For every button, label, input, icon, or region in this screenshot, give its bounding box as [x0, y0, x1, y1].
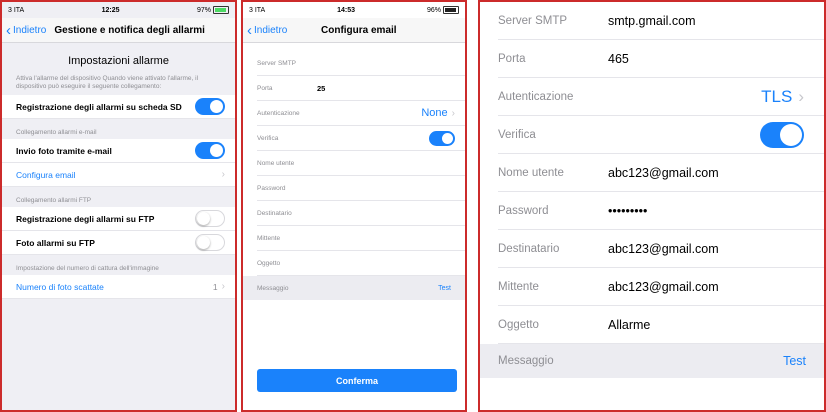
photo-count-value: 1 [212, 281, 218, 292]
chevron-right-icon: › [221, 281, 225, 292]
clock: 12:25 [101, 6, 120, 14]
test-button[interactable]: Test [438, 285, 451, 292]
nav-bar: ‹ Indietro Configura email [243, 18, 465, 43]
username-field[interactable]: Nome utente abc123@gmail.com [498, 154, 824, 192]
capture-section-header: Impostazione del numero di cattura dell'… [16, 265, 159, 272]
sd-recording-row: Registrazione degli allarmi su scheda SD [2, 95, 235, 119]
verify-field: Verifica [498, 116, 824, 154]
battery-icon [442, 6, 459, 14]
alarm-settings-screen: 3 ITA 12:25 97% ‹ Indietro Gestione e not… [0, 0, 237, 412]
email-section-header: Collegamento allarmi e-mail [16, 129, 97, 136]
ftp-photo-row: Foto allarmi su FTP [2, 231, 235, 255]
photo-count-row[interactable]: Numero di foto scattate 1 › [2, 275, 235, 299]
status-bar: 3 ITA 12:25 97% [2, 2, 235, 18]
confirm-button[interactable]: Conferma [257, 369, 457, 392]
battery-indicator: 96% [427, 6, 459, 14]
configure-email-screen: 3 ITA 14:53 96% ‹ Indietro Configura emai… [241, 0, 467, 412]
password-field[interactable]: Password [257, 176, 465, 201]
subject-field[interactable]: Oggetto [257, 251, 465, 276]
auth-field[interactable]: Autenticazione None › [257, 101, 465, 126]
status-bar: 3 ITA 14:53 96% [243, 2, 465, 18]
battery-indicator: 97% [197, 6, 229, 14]
auth-value: TLS [761, 86, 793, 106]
clock: 14:53 [337, 6, 356, 14]
section-description: Attiva l'allarme del dispositivo Quando … [16, 75, 199, 90]
port-field[interactable]: Porta 465 [498, 40, 824, 78]
recipient-field[interactable]: Destinatario [257, 201, 465, 226]
battery-icon [212, 6, 229, 14]
email-config-detail: Server SMTP smtp.gmail.com Porta 465 Auten… [478, 0, 826, 412]
ftp-section-header: Collegamento allarmi FTP [16, 197, 92, 204]
auth-field[interactable]: Autenticazione TLS › [498, 78, 824, 116]
carrier-label: 3 ITA [249, 6, 266, 14]
email-photo-row: Invio foto tramite e-mail [2, 139, 235, 163]
verify-field: Verifica [257, 126, 465, 151]
nav-bar: ‹ Indietro Gestione e notifica degli alla… [2, 18, 235, 43]
chevron-left-icon: ‹ [6, 21, 11, 39]
section-title: Impostazioni allarme [68, 55, 169, 67]
recipient-field[interactable]: Destinatario abc123@gmail.com [498, 230, 824, 268]
verify-toggle[interactable] [429, 130, 455, 146]
chevron-left-icon: ‹ [247, 21, 252, 39]
message-row: Messaggio Test [480, 344, 824, 378]
page-title: Gestione e notifica degli allarmi [54, 24, 205, 36]
chevron-right-icon: › [451, 107, 455, 119]
email-photo-toggle[interactable] [195, 142, 225, 159]
message-row: Messaggio Test [243, 276, 465, 300]
page-title: Configura email [321, 24, 397, 36]
smtp-field[interactable]: Server SMTP [257, 51, 465, 76]
smtp-field[interactable]: Server SMTP smtp.gmail.com [498, 2, 824, 40]
chevron-right-icon: › [221, 169, 225, 180]
port-field[interactable]: Porta 25 [257, 76, 465, 101]
auth-value: None [421, 107, 448, 119]
back-button[interactable]: ‹ Indietro [243, 23, 287, 38]
password-field[interactable]: Password ••••••••• [498, 192, 824, 230]
chevron-right-icon: › [798, 86, 804, 106]
back-button[interactable]: ‹ Indietro [2, 23, 46, 38]
test-button[interactable]: Test [783, 354, 806, 368]
ftp-photo-toggle[interactable] [195, 234, 225, 251]
ftp-recording-toggle[interactable] [195, 210, 225, 227]
sd-recording-toggle[interactable] [195, 98, 225, 115]
subject-field[interactable]: Oggetto Allarme [498, 306, 824, 344]
sender-field[interactable]: Mittente abc123@gmail.com [498, 268, 824, 306]
carrier-label: 3 ITA [8, 6, 25, 14]
sender-field[interactable]: Mittente [257, 226, 465, 251]
configure-email-row[interactable]: Configura email › [2, 163, 235, 187]
verify-toggle[interactable] [760, 121, 804, 148]
username-field[interactable]: Nome utente [257, 151, 465, 176]
ftp-recording-row: Registrazione degli allarmi su FTP [2, 207, 235, 231]
